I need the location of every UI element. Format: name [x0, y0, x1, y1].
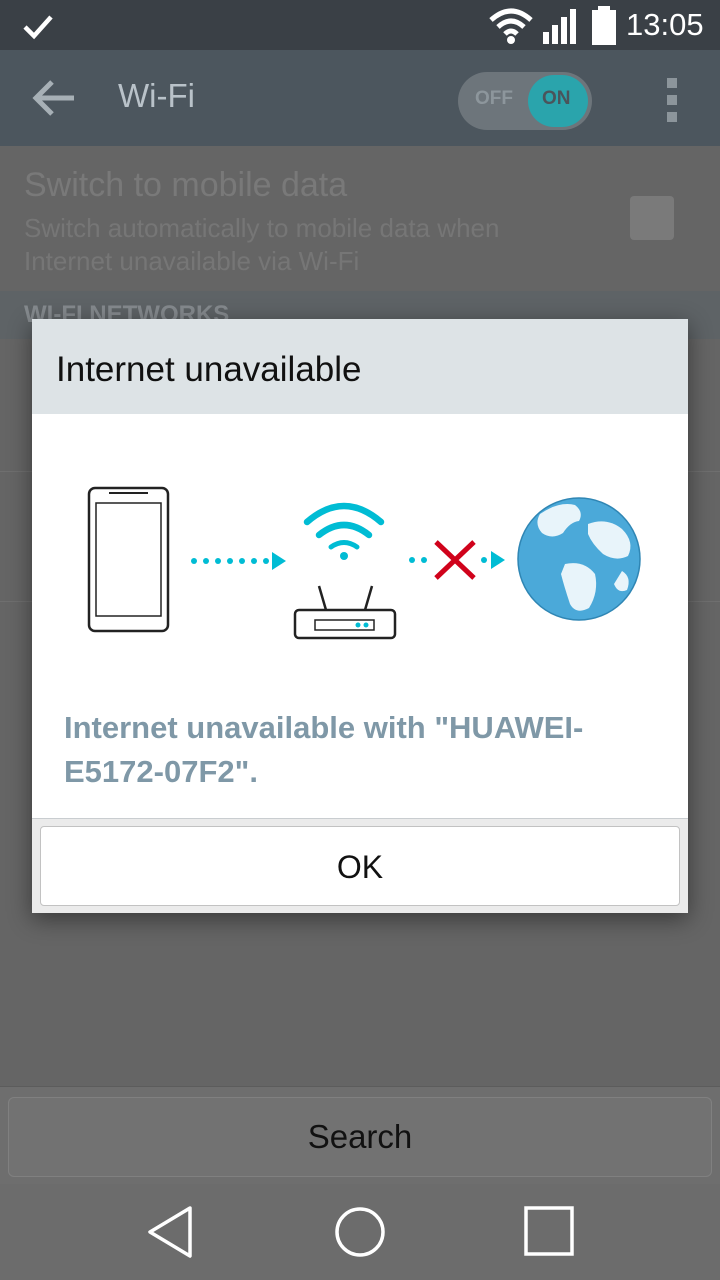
action-bar: Wi-Fi OFF ON — [0, 50, 720, 146]
search-bar: Search — [0, 1086, 720, 1184]
ok-button[interactable]: OK — [40, 826, 680, 906]
wifi-signal-icon — [303, 502, 385, 560]
toggle-on-label: ON — [542, 88, 571, 109]
wifi-toggle[interactable]: OFF ON — [458, 72, 592, 130]
page-title: Wi-Fi — [118, 77, 195, 114]
wifi-icon — [489, 8, 533, 44]
phone-icon — [87, 486, 170, 633]
back-arrow-icon[interactable] — [28, 76, 78, 120]
nav-home-icon[interactable] — [332, 1204, 388, 1260]
dialog-message: Internet unavailable with "HUAWEI-E5172-… — [64, 710, 584, 789]
check-icon — [23, 15, 53, 40]
globe-icon — [517, 497, 641, 621]
navigation-bar — [0, 1184, 720, 1280]
dialog-header: Internet unavailable — [32, 319, 688, 414]
internet-unavailable-dialog: Internet unavailable Internet unavailabl… — [32, 319, 688, 913]
connection-illustration — [87, 486, 641, 640]
toggle-off-label: OFF — [475, 88, 513, 109]
more-options-icon[interactable] — [666, 76, 678, 124]
arrow-icon — [191, 552, 286, 570]
status-bar: 13:05 — [0, 0, 720, 50]
signal-icon — [543, 9, 576, 44]
dialog-title: Internet unavailable — [56, 350, 362, 389]
battery-icon — [592, 6, 616, 45]
router-icon — [293, 585, 397, 640]
search-button[interactable]: Search — [8, 1097, 712, 1177]
status-time: 13:05 — [626, 7, 704, 42]
dialog-footer: OK — [32, 819, 688, 913]
nav-back-icon[interactable] — [146, 1204, 194, 1260]
blocked-arrow-icon — [409, 540, 505, 580]
nav-recents-icon[interactable] — [523, 1204, 575, 1260]
